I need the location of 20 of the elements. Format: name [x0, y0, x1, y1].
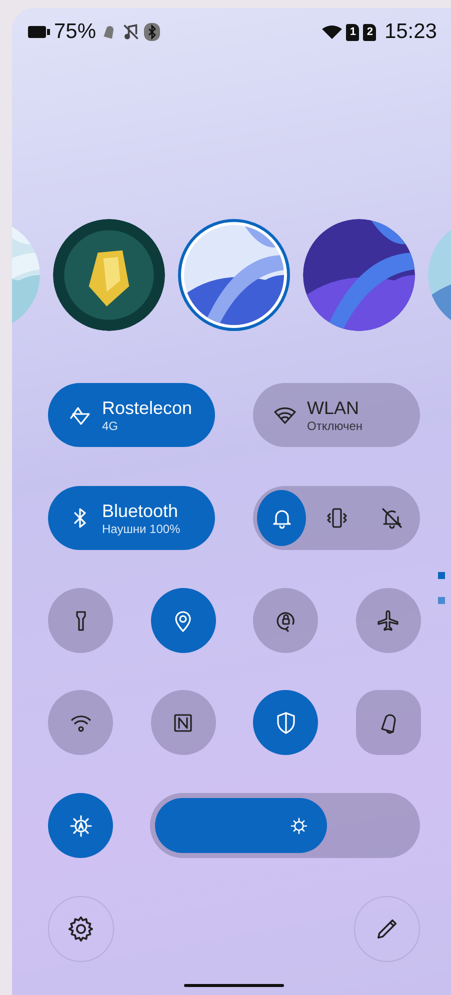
- settings-button[interactable]: [48, 896, 114, 962]
- toggle-tile[interactable]: Rostelecon 4G: [48, 383, 215, 447]
- bluetooth-icon: [144, 23, 160, 41]
- settings-icon: [67, 915, 95, 943]
- edit-button[interactable]: [354, 896, 420, 962]
- battery-icon: [28, 25, 50, 39]
- sim-slot: 1: [346, 24, 360, 40]
- airplane-icon: [376, 608, 400, 632]
- battery-percent: 75%: [54, 20, 96, 44]
- music-off-icon: [122, 23, 140, 41]
- auto-brightness-icon: [68, 814, 92, 838]
- toggle-tile[interactable]: Bluetooth Наушни 100%: [48, 486, 215, 550]
- bell-off-icon: [380, 506, 404, 530]
- sun-icon: [288, 816, 309, 836]
- toggle-tile[interactable]: WLAN Отключен: [253, 383, 420, 447]
- sound-mode-button[interactable]: [257, 490, 306, 546]
- sim-slot: 2: [363, 24, 376, 40]
- wifi-icon: [322, 25, 342, 39]
- clock-time: 15:23: [384, 20, 437, 44]
- quick-toggle[interactable]: [356, 690, 420, 755]
